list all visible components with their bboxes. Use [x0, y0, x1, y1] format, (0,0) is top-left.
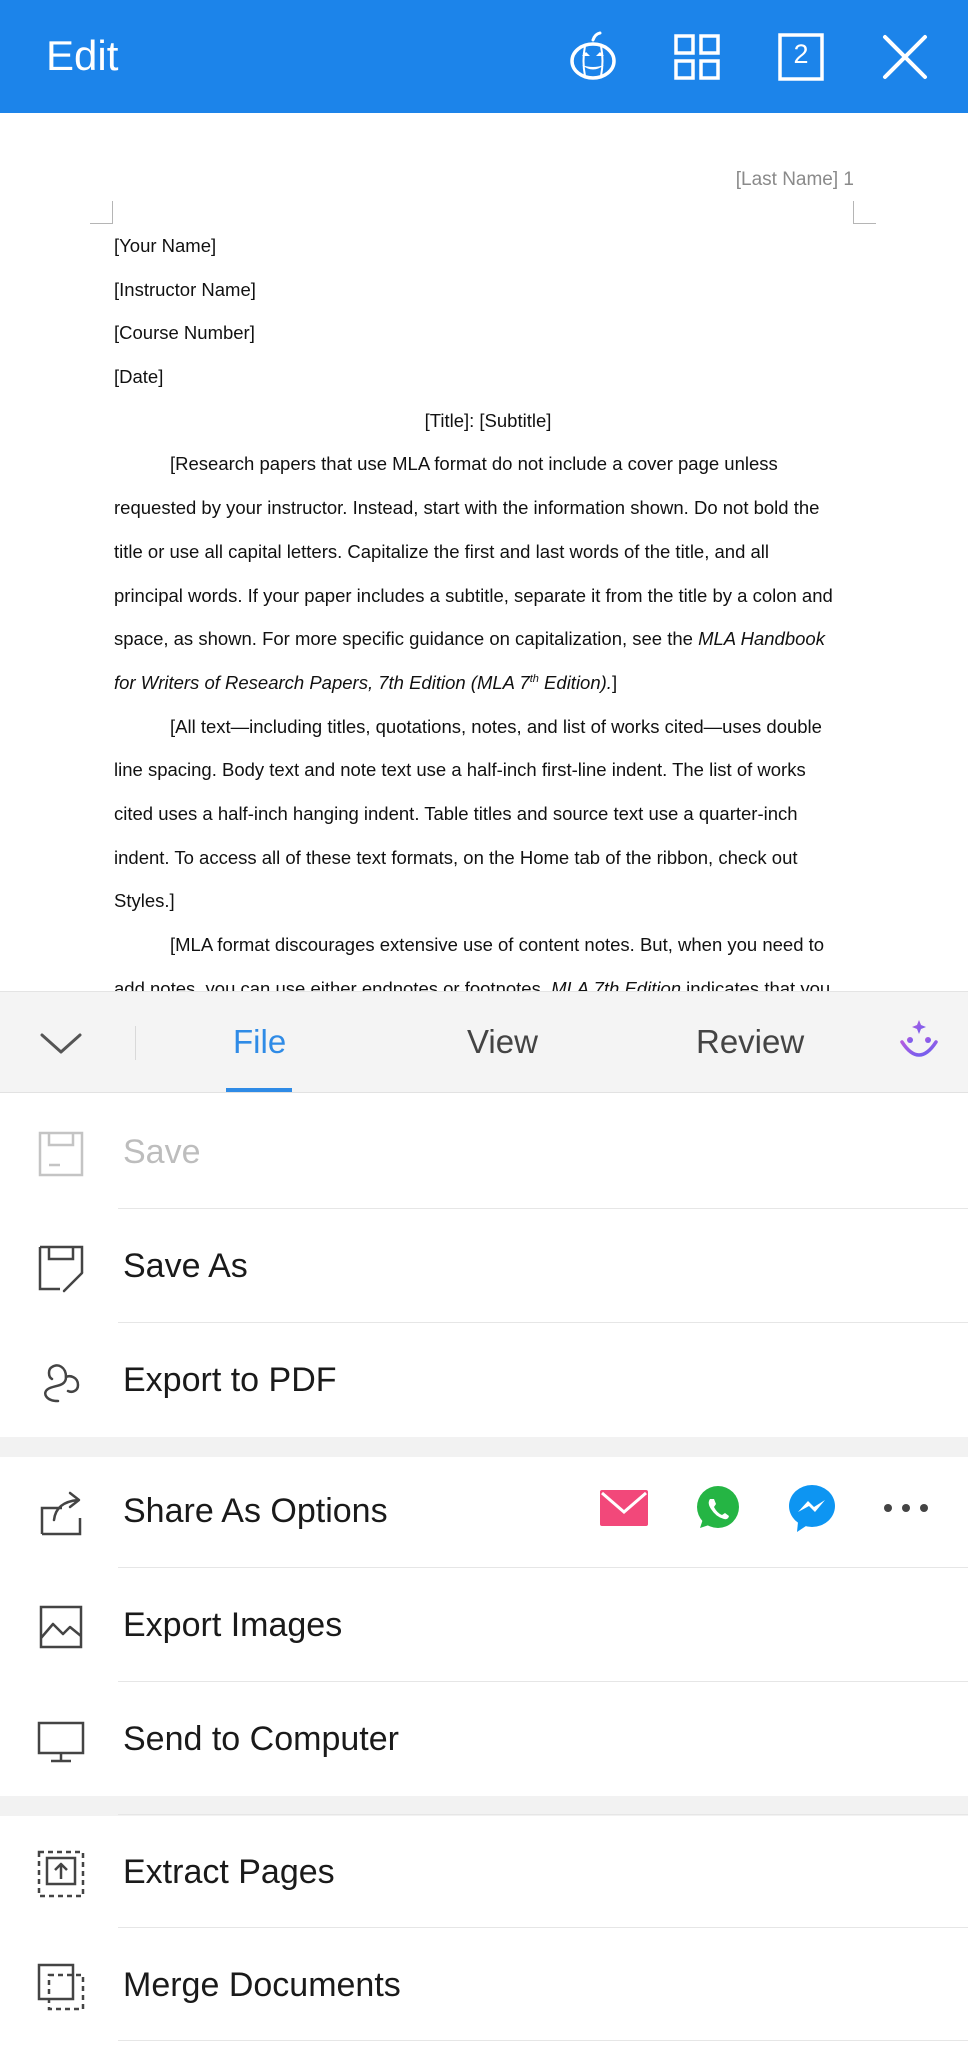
divider — [135, 1026, 136, 1060]
save-as-label: Save As — [123, 1247, 248, 1285]
export-pdf-label: Export to PDF — [123, 1361, 337, 1399]
export-images-button[interactable]: Export Images — [0, 1568, 968, 1682]
divider — [118, 2040, 968, 2041]
share-as-options-button[interactable]: Share As Options — [0, 1454, 968, 1568]
tab-file[interactable]: File — [233, 1022, 286, 1062]
page-count: 2 — [793, 39, 809, 69]
ai-assistant-icon[interactable] — [894, 1016, 944, 1066]
section-gap — [0, 1796, 968, 1816]
page-header: [Last Name] 1 — [735, 169, 854, 190]
mail-icon[interactable] — [598, 1482, 650, 1534]
doc-line: principal words. If your paper includes … — [114, 584, 833, 606]
doc-line: space, as shown. For more specific guida… — [114, 628, 825, 650]
doc-line: [Date] — [114, 366, 164, 388]
merge-icon — [36, 1962, 86, 2012]
tab-review[interactable]: Review — [696, 1022, 804, 1062]
doc-line: requested by your instructor. Instead, s… — [114, 497, 820, 519]
active-tab-indicator — [226, 1088, 292, 1092]
more-icon[interactable] — [880, 1482, 932, 1534]
ribbon-tab-bar: File View Review — [0, 991, 968, 1093]
doc-line: indent. To access all of these text form… — [114, 846, 798, 868]
computer-icon — [36, 1716, 86, 1766]
image-icon — [36, 1602, 86, 1652]
merge-documents-label: Merge Documents — [123, 1966, 401, 2004]
doc-line: [Course Number] — [114, 322, 255, 344]
top-app-bar: Edit 2 — [0, 0, 968, 113]
doc-line: [MLA format discourages extensive use of… — [170, 934, 825, 955]
share-icon — [36, 1488, 86, 1538]
send-to-computer-label: Send to Computer — [123, 1720, 399, 1758]
doc-line: Styles.] — [114, 890, 175, 912]
whatsapp-icon[interactable] — [692, 1482, 744, 1534]
doc-line: [Instructor Name] — [114, 278, 256, 300]
merge-documents-button[interactable]: Merge Documents — [0, 1928, 968, 2042]
save-label: Save — [123, 1133, 201, 1171]
grid-icon[interactable] — [668, 28, 726, 86]
extract-pages-label: Extract Pages — [123, 1853, 335, 1891]
margin-corner-mark — [90, 201, 113, 224]
doc-line: add notes, you can use either endnotes o… — [114, 977, 831, 991]
doc-line: [All text—including titles, quotations, … — [170, 715, 822, 737]
save-icon — [36, 1129, 86, 1179]
margin-corner-mark — [853, 201, 876, 224]
doc-title: [Title]: [Subtitle] — [424, 409, 552, 431]
save-button[interactable]: Save — [0, 1095, 968, 1209]
doc-line: cited uses a half-inch hanging indent. T… — [114, 802, 798, 824]
page-count-icon[interactable]: 2 — [772, 28, 830, 86]
document-view[interactable]: [Last Name] 1 [Your Name] [Instructor Na… — [0, 113, 968, 991]
document-body: [Your Name] [Instructor Name] [Course Nu… — [114, 224, 862, 991]
doc-line: line spacing. Body text and note text us… — [114, 759, 806, 781]
export-images-label: Export Images — [123, 1606, 343, 1644]
save-as-button[interactable]: Save As — [0, 1209, 968, 1323]
chevron-down-icon[interactable] — [38, 1020, 84, 1066]
save-as-icon — [36, 1243, 86, 1293]
doc-line: for Writers of Research Papers, 7th Edit… — [114, 671, 618, 693]
doc-line: title or use all capital letters. Capita… — [114, 540, 770, 562]
pumpkin-icon[interactable] — [564, 28, 622, 86]
doc-line: [Your Name] — [114, 235, 217, 256]
pdf-icon — [36, 1357, 86, 1407]
page-title: Edit — [46, 32, 119, 79]
send-to-computer-button[interactable]: Send to Computer — [0, 1682, 968, 1796]
messenger-icon[interactable] — [786, 1482, 838, 1534]
export-pdf-button[interactable]: Export to PDF — [0, 1323, 968, 1437]
extract-pages-button[interactable]: Extract Pages — [0, 1815, 968, 1929]
doc-line: [Research papers that use MLA format do … — [170, 453, 778, 475]
share-as-options-label: Share As Options — [123, 1492, 388, 1530]
close-icon[interactable] — [876, 28, 934, 86]
tab-view[interactable]: View — [467, 1022, 538, 1062]
extract-pages-icon — [36, 1849, 86, 1899]
